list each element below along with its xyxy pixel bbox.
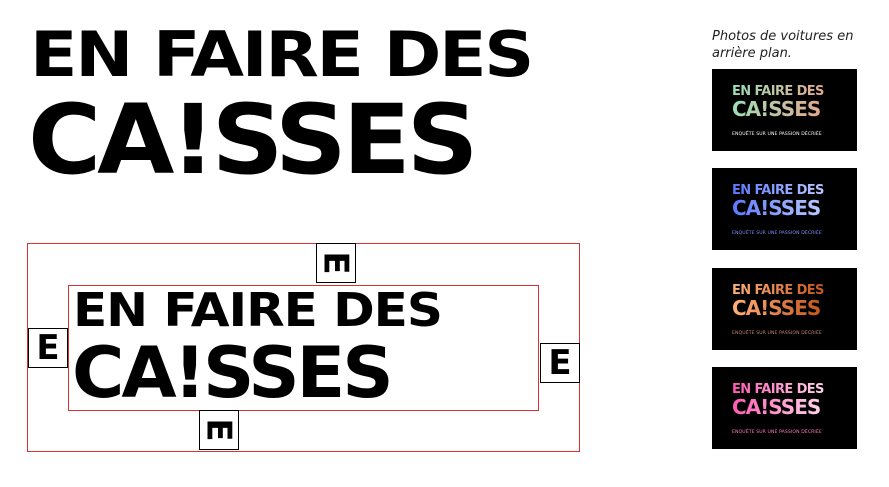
clearspace-unit-bottom: E — [199, 410, 239, 450]
thumb-subtitle: ENQUÊTE SUR UNE PASSION DÉCRIÉE — [732, 231, 822, 236]
unit-letter: E — [36, 328, 60, 368]
thumb-subtitle: ENQUÊTE SUR UNE PASSION DÉCRIÉE — [732, 132, 822, 137]
logo-title-line2: CA!SSES — [28, 84, 479, 196]
thumb-line2: CA!SSES — [732, 97, 821, 121]
thumbnail-orange: EN FAIRE DES CA!SSES ENQUÊTE SUR UNE PAS… — [712, 268, 857, 350]
thumb-line2: CA!SSES — [732, 196, 821, 220]
thumb-subtitle: ENQUÊTE SUR UNE PASSION DÉCRIÉE — [732, 331, 822, 336]
unit-letter: E — [315, 251, 356, 275]
thumb-subtitle: ENQUÊTE SUR UNE PASSION DÉCRIÉE — [732, 430, 822, 435]
logo-title-line1: EN FAIRE DES — [30, 18, 534, 91]
thumbnail-green: EN FAIRE DES CA!SSES ENQUÊTE SUR UNE PAS… — [712, 69, 857, 151]
construction-logo-line1: EN FAIRE DES — [73, 283, 443, 337]
clearspace-unit-left: E — [28, 328, 68, 368]
caption-text: Photos de voitures en arrière plan. — [712, 29, 854, 61]
unit-letter: E — [198, 418, 239, 442]
unit-letter: E — [548, 343, 572, 383]
clearspace-unit-top: E — [316, 243, 356, 283]
thumbnail-pink: EN FAIRE DES CA!SSES ENQUÊTE SUR UNE PAS… — [712, 367, 857, 449]
clearspace-unit-right: E — [540, 343, 580, 383]
thumbnail-blue: EN FAIRE DES CA!SSES ENQUÊTE SUR UNE PAS… — [712, 168, 857, 250]
construction-logo-line2: CA!SSES — [72, 332, 394, 414]
thumb-line2: CA!SSES — [732, 296, 821, 320]
thumb-line2: CA!SSES — [732, 395, 821, 419]
